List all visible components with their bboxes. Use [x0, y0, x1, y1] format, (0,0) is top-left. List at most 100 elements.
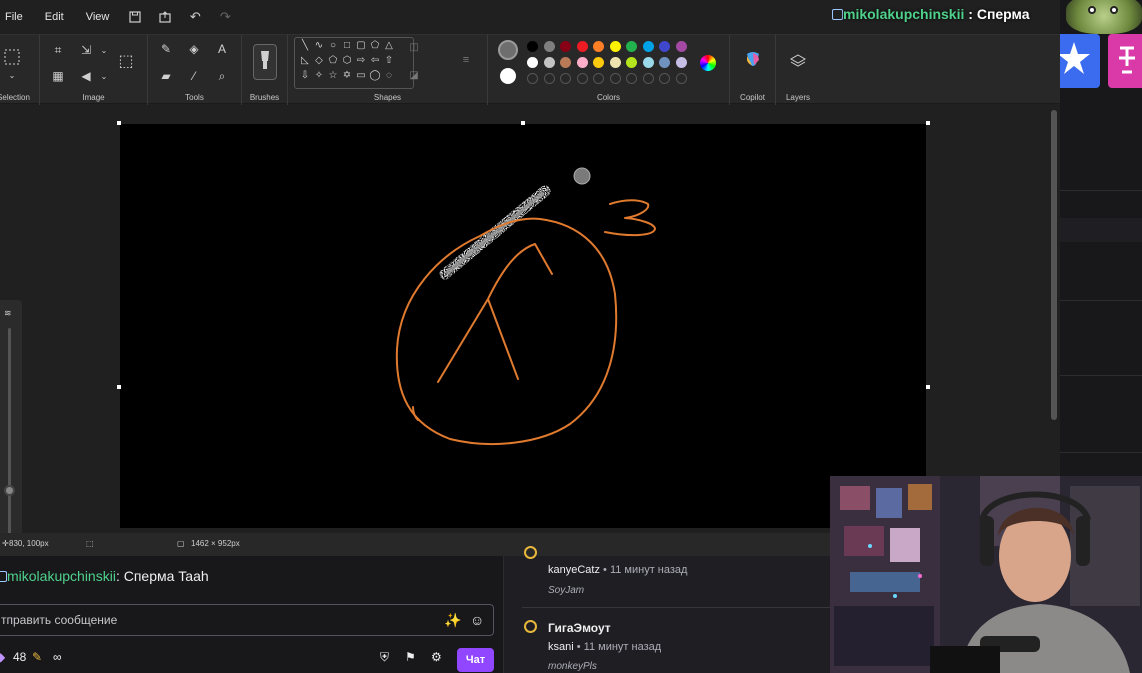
star5-shape-icon[interactable]: ☆	[326, 70, 340, 81]
palette-swatch[interactable]	[593, 57, 604, 68]
emoji-icon[interactable]: ☺	[470, 612, 484, 628]
palette-swatch[interactable]	[576, 57, 588, 68]
menu-view[interactable]: View	[75, 0, 121, 34]
palette-swatch[interactable]	[543, 41, 555, 52]
resize-handle[interactable]	[521, 121, 525, 125]
edit-colors-icon[interactable]	[700, 55, 716, 71]
custom-color-slot[interactable]	[626, 73, 637, 84]
undo-icon[interactable]: ↶	[180, 0, 210, 34]
copilot-icon[interactable]	[744, 50, 762, 68]
custom-color-slot[interactable]	[593, 73, 604, 84]
resize-handle[interactable]	[117, 121, 121, 125]
arrow-left-shape-icon[interactable]: ⇦	[368, 55, 382, 66]
save-icon[interactable]	[120, 0, 150, 34]
palette-swatch[interactable]	[642, 57, 654, 68]
polygon-shape-icon[interactable]: ⬠	[368, 40, 382, 51]
custom-color-slot[interactable]	[642, 73, 654, 84]
palette-swatch[interactable]	[527, 41, 538, 52]
custom-color-slot[interactable]	[543, 73, 555, 84]
triangle-shape-icon[interactable]: △	[382, 40, 396, 51]
right-triangle-shape-icon[interactable]: ◺	[298, 55, 312, 66]
rotate-icon[interactable]: ◀	[78, 69, 94, 83]
resize-icon[interactable]: ⇲	[78, 43, 94, 57]
gear-icon[interactable]: ⚙	[431, 650, 442, 664]
palette-swatch[interactable]	[675, 57, 687, 68]
arrow-down-shape-icon[interactable]: ⇩	[298, 70, 312, 81]
arrow-right-shape-icon[interactable]: ⇨	[354, 55, 368, 66]
text-icon[interactable]: A	[214, 42, 230, 56]
fill-shape-icon[interactable]: ◪	[406, 69, 422, 83]
chat-input-box[interactable]: ✨ ☺	[0, 604, 494, 636]
outline-icon[interactable]: ◫	[406, 41, 422, 55]
rounded-rect-shape-icon[interactable]: ▢	[354, 40, 368, 51]
diamond-shape-icon[interactable]: ◇	[312, 55, 326, 66]
pencil-icon[interactable]: ✎	[158, 42, 174, 56]
custom-color-slot[interactable]	[576, 73, 588, 84]
size-icon[interactable]: ≡	[458, 53, 474, 67]
drawing-canvas[interactable]	[120, 124, 926, 528]
eraser-icon[interactable]: ▰	[158, 69, 174, 83]
palette-swatch[interactable]	[642, 41, 654, 52]
zoom-panel-icon[interactable]: ≋	[4, 308, 12, 319]
palette-swatch[interactable]	[576, 41, 588, 52]
palette-swatch[interactable]	[560, 41, 571, 52]
palette-swatch[interactable]	[675, 41, 687, 52]
menu-edit[interactable]: Edit	[34, 0, 75, 34]
resize-handle[interactable]	[926, 385, 930, 389]
oval-callout-shape-icon[interactable]: ◯	[368, 70, 382, 81]
pentagon-shape-icon[interactable]: ⬠	[326, 55, 340, 66]
custom-color-slot[interactable]	[560, 73, 571, 84]
palette-swatch[interactable]	[626, 57, 637, 68]
palette-swatch[interactable]	[593, 41, 604, 52]
chat-input[interactable]	[0, 605, 427, 635]
palette-swatch[interactable]	[527, 57, 538, 68]
palette-swatch[interactable]	[609, 41, 621, 52]
custom-color-slot[interactable]	[675, 73, 687, 84]
redo-icon[interactable]: ↷	[210, 0, 240, 34]
resize-handle[interactable]	[926, 121, 930, 125]
callout-shape-icon[interactable]: ▭	[354, 70, 368, 81]
oval-shape-icon[interactable]: ○	[326, 40, 340, 51]
channel-points-icon[interactable]: ◆	[0, 650, 5, 664]
palette-swatch[interactable]	[659, 57, 670, 68]
color-picker-icon[interactable]: ⁄	[186, 69, 202, 83]
palette-swatch[interactable]	[626, 41, 637, 52]
zoom-slider-thumb[interactable]	[4, 485, 15, 496]
palette-swatch[interactable]	[609, 57, 621, 68]
curve-shape-icon[interactable]: ∿	[312, 40, 326, 51]
palette-swatch[interactable]	[659, 41, 670, 52]
palette-swatch[interactable]	[560, 57, 571, 68]
custom-color-slot[interactable]	[527, 73, 538, 84]
share-icon[interactable]	[150, 0, 180, 34]
image-icon[interactable]: ▦	[50, 69, 66, 83]
vertical-scrollbar[interactable]	[1051, 110, 1057, 420]
arrow-up-shape-icon[interactable]: ⇧	[382, 55, 396, 66]
star6-shape-icon[interactable]: ✡	[340, 70, 354, 81]
rectangle-shape-icon[interactable]: □	[340, 40, 354, 51]
zoom-slider-track[interactable]	[8, 328, 11, 538]
resize-handle[interactable]	[117, 385, 121, 389]
star4-shape-icon[interactable]: ✧	[312, 70, 326, 81]
primary-color-swatch[interactable]	[498, 40, 518, 60]
shield-icon[interactable]: ⛨	[380, 650, 389, 665]
secondary-color-swatch[interactable]	[500, 68, 516, 84]
palette-swatch[interactable]	[543, 57, 555, 68]
image-select-icon[interactable]: ⬚	[118, 54, 134, 70]
trophy-icon[interactable]: ⚑	[405, 650, 416, 664]
fill-icon[interactable]: ◈	[186, 42, 202, 56]
chevron-down-icon[interactable]: ⌄	[96, 70, 112, 84]
line-shape-icon[interactable]: ╲	[298, 40, 312, 51]
cloud-callout-shape-icon[interactable]: ◌	[382, 70, 396, 81]
crop-icon[interactable]: ⌗	[50, 43, 66, 57]
layers-icon[interactable]	[790, 53, 806, 69]
chevron-down-icon[interactable]: ⌄	[96, 44, 112, 58]
chevron-down-icon[interactable]: ⌄	[4, 69, 20, 83]
confetti-icon[interactable]: ✨	[444, 612, 461, 629]
magnifier-icon[interactable]: ⌕	[214, 69, 230, 83]
brush-icon[interactable]	[253, 44, 277, 80]
selection-icon[interactable]	[4, 49, 20, 65]
chat-send-button[interactable]: Чат	[457, 648, 494, 672]
hexagon-shape-icon[interactable]: ⬡	[340, 55, 354, 66]
chat-username[interactable]: mikolakupchinskii	[7, 568, 116, 584]
custom-color-slot[interactable]	[609, 73, 621, 84]
